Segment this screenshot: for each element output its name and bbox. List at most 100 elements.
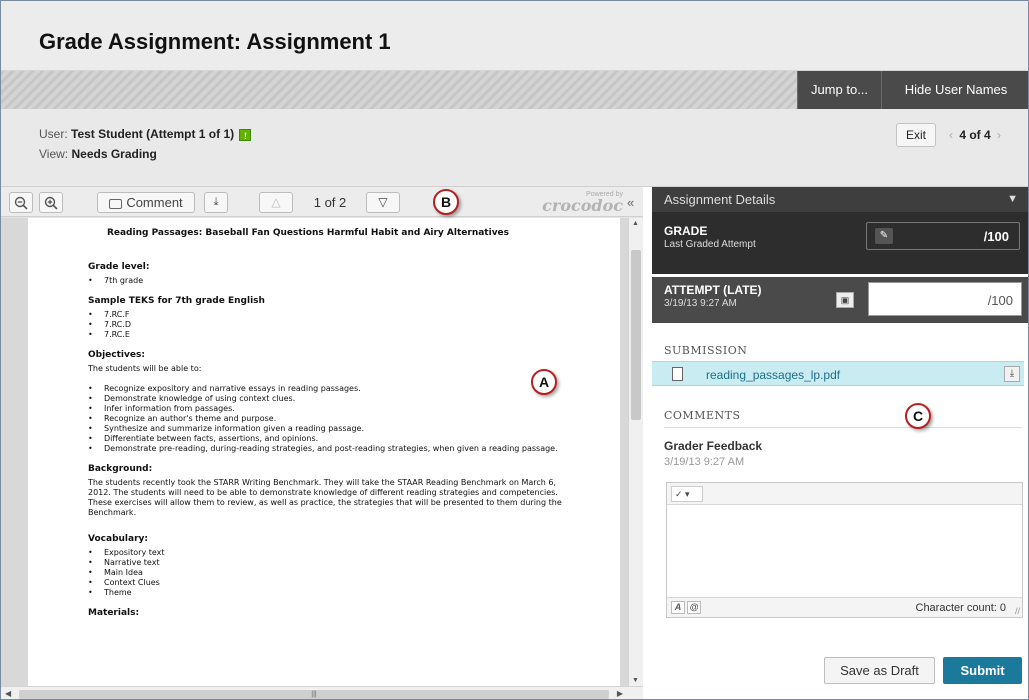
chevron-down-icon[interactable]: ▼ [1007, 187, 1018, 212]
download-button[interactable]: ⤓ [204, 192, 228, 213]
hide-user-names-button[interactable]: Hide User Names [881, 71, 1028, 109]
assignment-details-header[interactable]: Assignment Details ▼ [652, 187, 1028, 212]
zoom-in-button[interactable] [39, 192, 63, 213]
list-item: Demonstrate pre-reading, during-reading … [88, 444, 568, 454]
scroll-thumb[interactable] [631, 250, 641, 420]
comment-label: Comment [126, 195, 183, 210]
document-area[interactable]: Reading Passages: Baseball Fan Questions… [1, 218, 628, 686]
document-icon [672, 367, 683, 381]
attempt-date: 3/19/13 9:27 AM [664, 298, 737, 309]
pencil-icon[interactable]: ✎ [875, 228, 893, 244]
exit-button[interactable]: Exit [896, 123, 936, 147]
view-label: View: [39, 147, 69, 161]
horizontal-scrollbar[interactable]: ◀ ||| ▶ [1, 686, 643, 699]
list-item: 7.RC.E [88, 330, 568, 340]
doc-background-heading: Background: [88, 464, 153, 474]
resize-grip-icon[interactable]: // [1015, 606, 1020, 616]
download-icon: ⤓ [213, 196, 219, 208]
list-item: Synthesize and summarize information giv… [88, 424, 568, 434]
comment-button[interactable]: Comment [97, 192, 195, 213]
viewer-toolbar: Comment ⤓ △ 1 of 2 ▽ Powered by crocodoc… [1, 187, 643, 217]
attempt-label: ATTEMPT (LATE) [664, 283, 762, 297]
attempt-pager: ‹ 4 of 4 › [946, 128, 1004, 142]
doc-objectives-intro: The students will be able to: [88, 364, 202, 373]
powered-by-logo: Powered by crocodoc [523, 191, 623, 214]
list-item: Demonstrate knowledge of using context c… [88, 394, 568, 404]
zoom-out-icon [14, 196, 28, 210]
vertical-scrollbar[interactable]: ▲ ▼ [628, 218, 643, 686]
attach-icon[interactable]: @ [687, 601, 701, 614]
scroll-left-icon[interactable]: ◀ [5, 689, 11, 698]
next-page-button[interactable]: ▽ [366, 192, 400, 213]
submit-button[interactable]: Submit [943, 657, 1022, 684]
feedback-editor[interactable]: ✓ ▾ A @ Character count: 0 // [666, 482, 1023, 618]
list-item: Differentiate between facts, assertions,… [88, 434, 568, 444]
doc-grade-heading: Grade level: [88, 262, 150, 272]
user-label: User: [39, 127, 68, 141]
doc-grade-list: 7th grade [88, 276, 568, 286]
view-line: View: Needs Grading [39, 147, 157, 161]
attempt-box: ATTEMPT (LATE) 3/19/13 9:27 AM ▣ /100 [652, 277, 1028, 323]
view-value: Needs Grading [71, 147, 157, 161]
assignment-details-label: Assignment Details [664, 192, 776, 207]
user-value: Test Student (Attempt 1 of 1) [71, 127, 235, 141]
list-item: 7.RC.D [88, 320, 568, 330]
file-name-link[interactable]: reading_passages_lp.pdf [706, 368, 840, 382]
user-line: User: Test Student (Attempt 1 of 1) ! [39, 127, 252, 141]
action-bar: Jump to... Hide User Names [1, 71, 1028, 109]
list-item: Context Clues [88, 578, 568, 588]
attempt-grade-input[interactable]: /100 [868, 282, 1022, 316]
doc-objectives-heading: Objectives: [88, 350, 145, 360]
comment-bubble-icon [109, 198, 123, 209]
list-item: Expository text [88, 548, 568, 558]
collapse-panel-icon[interactable]: « [627, 195, 634, 210]
page-indicator: 1 of 2 [313, 195, 347, 210]
next-arrow-icon[interactable]: › [994, 128, 1004, 142]
callout-a: A [531, 369, 557, 395]
spellcheck-icon[interactable]: ✓ ▾ [671, 486, 703, 502]
prev-arrow-icon[interactable]: ‹ [946, 128, 956, 142]
comments-divider [664, 427, 1022, 428]
editor-footer: A @ Character count: 0 // [667, 597, 1022, 617]
doc-vocabulary-list: Expository text Narrative text Main Idea… [88, 548, 568, 598]
jump-to-button[interactable]: Jump to... [797, 71, 881, 109]
title-bar: Grade Assignment: Assignment 1 [1, 1, 1028, 71]
save-as-draft-button[interactable]: Save as Draft [824, 657, 935, 684]
scroll-thumb[interactable]: ||| [19, 690, 609, 699]
user-info-area: User: Test Student (Attempt 1 of 1) ! Vi… [1, 109, 1028, 187]
list-item: Recognize an author's theme and purpose. [88, 414, 568, 424]
list-item: 7.RC.F [88, 310, 568, 320]
character-count: Character count: 0 [915, 602, 1007, 614]
submission-file-row[interactable]: reading_passages_lp.pdf ⤓ [652, 361, 1024, 386]
download-icon[interactable]: ⤓ [1004, 366, 1020, 382]
zoom-out-button[interactable] [9, 192, 33, 213]
doc-title: Reading Passages: Baseball Fan Questions… [106, 228, 510, 238]
grade-box: GRADE Last Graded Attempt ✎ /100 [652, 212, 1028, 274]
submission-heading: SUBMISSION [664, 344, 748, 357]
document-page: Reading Passages: Baseball Fan Questions… [28, 218, 620, 686]
scroll-right-icon[interactable]: ▶ [617, 689, 623, 698]
attempt-grade-value: /100 [987, 293, 1013, 308]
text-format-icon[interactable]: A [671, 601, 685, 614]
grade-field[interactable]: ✎ /100 [866, 222, 1020, 250]
grade-label: GRADE [664, 224, 708, 238]
save-icon[interactable]: ▣ [836, 292, 854, 308]
previous-page-button[interactable]: △ [259, 192, 293, 213]
grader-feedback-label: Grader Feedback [664, 439, 763, 453]
editor-toolbar: ✓ ▾ [667, 483, 1022, 505]
scroll-up-icon[interactable]: ▲ [632, 220, 639, 227]
doc-teks-list: 7.RC.F 7.RC.D 7.RC.E [88, 310, 568, 340]
triangle-up-icon: △ [271, 195, 281, 209]
scroll-down-icon[interactable]: ▼ [632, 677, 639, 684]
doc-vocabulary-heading: Vocabulary: [88, 534, 148, 544]
list-item: Narrative text [88, 558, 568, 568]
document-viewer: Comment ⤓ △ 1 of 2 ▽ Powered by crocodoc… [1, 187, 643, 699]
assignment-panel: Assignment Details ▼ GRADE Last Graded A… [652, 187, 1028, 699]
zoom-in-icon [44, 196, 58, 210]
list-item: Theme [88, 588, 568, 598]
feedback-date: 3/19/13 9:27 AM [664, 456, 745, 468]
needs-grading-check-icon: ! [239, 128, 252, 141]
pager-text: 4 of 4 [959, 128, 991, 142]
grade-assignment-window: Grade Assignment: Assignment 1 Jump to..… [0, 0, 1029, 700]
doc-objectives-list: Recognize expository and narrative essay… [88, 384, 568, 454]
